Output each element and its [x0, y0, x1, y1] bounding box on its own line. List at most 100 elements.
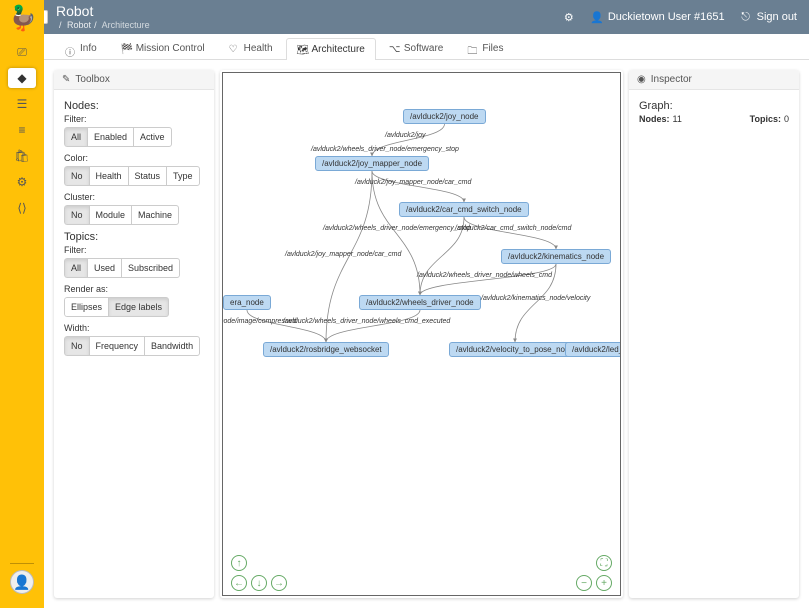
rail-item-3[interactable]: ☰ — [8, 94, 36, 114]
nodes-filter-group: All Enabled Active — [64, 127, 204, 147]
canvas-btn-fit[interactable]: ⛶ — [596, 555, 612, 571]
tab-files[interactable]: 🗀Files — [456, 37, 514, 59]
graph-node-era[interactable]: era_node — [223, 295, 271, 310]
tab-software[interactable]: ⌥Software — [378, 37, 454, 59]
dashboard-icon: 🏁 — [121, 44, 131, 54]
nodes-color-health[interactable]: Health — [89, 166, 129, 186]
nodes-cluster-group: No Module Machine — [64, 205, 204, 225]
logo[interactable]: 🦆 — [4, 2, 40, 34]
topics-filter-subscribed[interactable]: Subscribed — [121, 258, 180, 278]
nodes-color-type[interactable]: Type — [166, 166, 200, 186]
nodes-filter-all[interactable]: All — [64, 127, 88, 147]
signout-icon: ⎋ — [739, 10, 753, 24]
canvas-btn-down[interactable]: ↓ — [251, 575, 267, 591]
eye-icon: ◉ — [637, 74, 646, 85]
content: ✎Toolbox Nodes: Filter: All Enabled Acti… — [44, 60, 809, 608]
topics-section-title: Topics: — [64, 231, 204, 243]
canvas-btn-left[interactable]: ← — [231, 575, 247, 591]
nodes-color-status[interactable]: Status — [128, 166, 168, 186]
graph-edge-label: /avlduck2/wheels_driver_node/emergency_s… — [323, 225, 471, 232]
tabs: ⓘInfo 🏁Mission Control ♡Health 🗺Architec… — [44, 34, 809, 60]
inspector-panel: ◉Inspector Graph: Nodes:11 Topics:0 — [629, 70, 799, 598]
canvas-btn-right[interactable]: → — [271, 575, 287, 591]
topics-width-frequency[interactable]: Frequency — [89, 336, 146, 356]
tab-architecture[interactable]: 🗺Architecture — [286, 38, 376, 60]
inspector-nodes-val: 11 — [673, 114, 682, 124]
wrench-icon: ✎ — [62, 74, 70, 85]
rail-item-4[interactable]: ≡ — [8, 120, 36, 140]
topics-filter-all[interactable]: All — [64, 258, 88, 278]
tab-info[interactable]: ⓘInfo — [54, 37, 108, 59]
topics-render-label: Render as: — [64, 284, 204, 294]
topics-width-bandwidth[interactable]: Bandwidth — [144, 336, 200, 356]
inspector-nodes-key: Nodes: — [639, 114, 670, 124]
page-title: Robot — [56, 3, 150, 20]
topics-render-group: Ellipses Edge labels — [64, 297, 204, 317]
gear-icon[interactable]: ⚙ — [562, 10, 576, 24]
graph-node-wheels_driver[interactable]: /avlduck2/wheels_driver_node — [359, 295, 481, 310]
info-icon: ⓘ — [65, 44, 75, 54]
nodes-color-label: Color: — [64, 153, 204, 163]
inspector-topics-val: 0 — [784, 114, 789, 124]
graph-node-kinematics[interactable]: /avlduck2/kinematics_node — [501, 249, 611, 264]
tab-mission[interactable]: 🏁Mission Control — [110, 37, 216, 59]
graph-canvas[interactable]: ↑ ← ↓ → ⛶ − + — [222, 72, 621, 596]
nodes-filter-enabled[interactable]: Enabled — [87, 127, 134, 147]
graph-node-joy_mapper[interactable]: /avlduck2/joy_mapper_node — [315, 156, 429, 171]
topics-filter-used[interactable]: Used — [87, 258, 122, 278]
sitemap-icon: 🗺 — [297, 45, 307, 55]
crumb-architecture: Architecture — [102, 20, 150, 30]
topics-width-label: Width: — [64, 323, 204, 333]
nodes-color-no[interactable]: No — [64, 166, 90, 186]
rail-divider — [10, 563, 34, 564]
signout-button[interactable]: ⎋Sign out — [739, 10, 797, 24]
user-icon: 👤 — [590, 10, 604, 24]
graph-node-car_cmd[interactable]: /avlduck2/car_cmd_switch_node — [399, 202, 529, 217]
graph-node-led[interactable]: /avlduck2/led_emitter_ — [565, 342, 621, 357]
nodes-color-group: No Health Status Type — [64, 166, 204, 186]
nodes-cluster-module[interactable]: Module — [89, 205, 133, 225]
graph-edge-label: /avlduck2/wheels_driver_node/wheels_cmd_… — [283, 318, 450, 325]
canvas-btn-zoom-out[interactable]: − — [576, 575, 592, 591]
rail-item-1[interactable]: ⎚ — [8, 42, 36, 62]
topics-render-edgelabels[interactable]: Edge labels — [108, 297, 169, 317]
topics-filter-group: All Used Subscribed — [64, 258, 204, 278]
breadcrumb: / Robot/ Architecture — [56, 20, 150, 31]
left-rail: 🦆 ⎚ ◆ ☰ ≡ 🛍 ⚙ ⟨⟩ 👤 — [0, 0, 44, 608]
nodes-cluster-machine[interactable]: Machine — [131, 205, 179, 225]
user-menu[interactable]: 👤Duckietown User #1651 — [590, 10, 725, 24]
topics-width-no[interactable]: No — [64, 336, 90, 356]
nodes-filter-label: Filter: — [64, 114, 204, 124]
nodes-cluster-label: Cluster: — [64, 192, 204, 202]
code-icon: ⌥ — [389, 44, 399, 54]
graph-node-joy_node[interactable]: /avlduck2/joy_node — [403, 109, 486, 124]
graph-edge-label: /avlduck2/joy_mapper_node/car_cmd — [285, 251, 401, 258]
topics-width-group: No Frequency Bandwidth — [64, 336, 204, 356]
avatar[interactable]: 👤 — [10, 570, 34, 594]
canvas-controls-left: ↑ ← ↓ → — [231, 555, 287, 591]
tab-health[interactable]: ♡Health — [218, 37, 284, 59]
crumb-robot[interactable]: Robot — [67, 20, 91, 30]
graph-node-velocity[interactable]: /avlduck2/velocity_to_pose_node — [449, 342, 581, 357]
page-header: ▸ Robot / Robot/ Architecture ⚙ 👤Duckiet… — [44, 0, 809, 34]
inspector-topics-key: Topics: — [750, 114, 781, 124]
canvas-btn-zoom-in[interactable]: + — [596, 575, 612, 591]
topics-render-ellipses[interactable]: Ellipses — [64, 297, 109, 317]
nodes-filter-active[interactable]: Active — [133, 127, 172, 147]
rail-item-code[interactable]: ⟨⟩ — [8, 198, 36, 218]
nodes-cluster-no[interactable]: No — [64, 205, 90, 225]
graph-edge-label: /avlduck2/wheels_driver_node/wheels_cmd — [417, 272, 552, 279]
graph-edge-label: /avlduck2/joy — [385, 132, 425, 139]
rail-item-settings[interactable]: ⚙ — [8, 172, 36, 192]
rail-item-5[interactable]: 🛍 — [8, 146, 36, 166]
sidebar-toggle[interactable]: ▸ — [44, 10, 48, 24]
folder-icon: 🗀 — [467, 44, 477, 54]
heart-icon: ♡ — [229, 44, 239, 54]
graph-edge-label: /avlduck2/wheels_driver_node/emergency_s… — [311, 146, 459, 153]
graph-node-rosbridge[interactable]: /avlduck2/rosbridge_websocket — [263, 342, 389, 357]
graph-edge-label: /avlduck2/kinematics_node/velocity — [481, 295, 590, 302]
graph-edge-label: /avlduck2/car_cmd_switch_node/cmd — [455, 225, 571, 232]
rail-item-robot[interactable]: ◆ — [8, 68, 36, 88]
canvas-btn-up[interactable]: ↑ — [231, 555, 247, 571]
inspector-header: ◉Inspector — [629, 70, 799, 90]
